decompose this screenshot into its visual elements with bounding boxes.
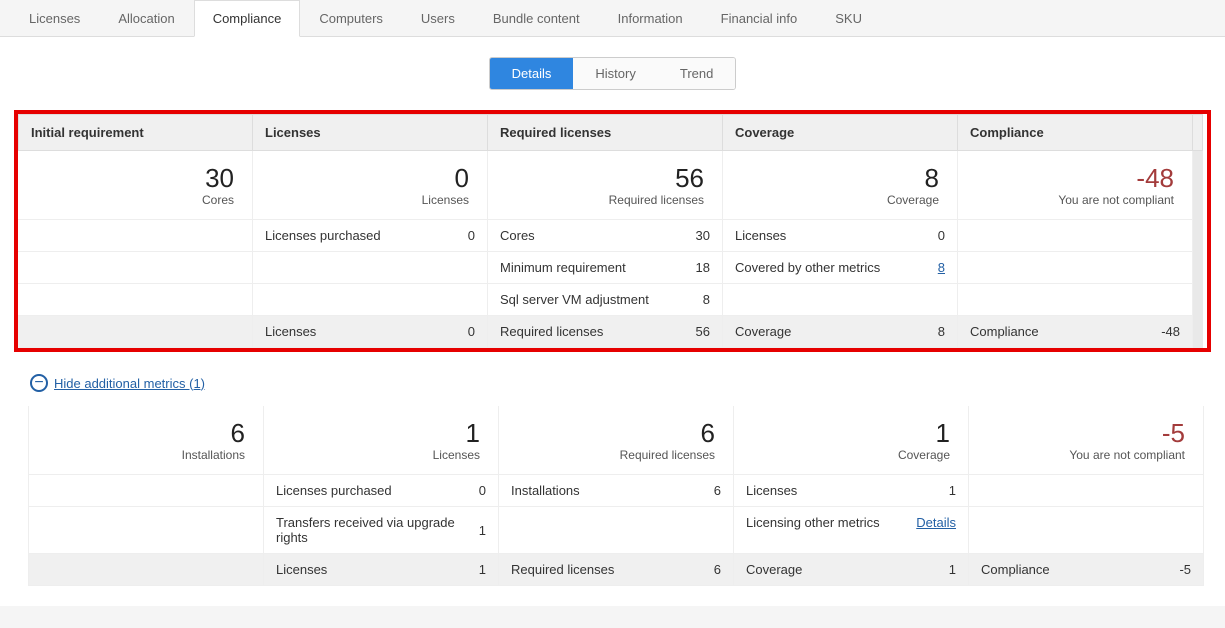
empty-cell — [499, 507, 734, 554]
summary-initial: 30 Cores — [18, 151, 253, 220]
empty-cell — [18, 284, 253, 316]
tab-information[interactable]: Information — [599, 0, 702, 36]
empty-cell — [958, 284, 1193, 316]
summary-compliance: -48 You are not compliant — [958, 151, 1193, 220]
totals-coverage: Coverage8 — [723, 316, 958, 348]
detail-coverage-licenses: Licenses 0 — [723, 220, 958, 252]
totals-licenses: Licenses0 — [253, 316, 488, 348]
detail-required-sql: Sql server VM adjustment 8 — [488, 284, 723, 316]
additional-metrics-block: 6 Installations 1 Licenses 6 Required li… — [28, 406, 1197, 586]
col-header-licenses: Licenses — [253, 114, 488, 151]
empty-cell — [958, 252, 1193, 284]
scrollbar[interactable] — [1193, 151, 1203, 348]
tab-allocation[interactable]: Allocation — [99, 0, 193, 36]
tab-licenses[interactable]: Licenses — [10, 0, 99, 36]
empty-cell — [253, 284, 488, 316]
covered-by-other-link[interactable]: 8 — [938, 260, 945, 275]
empty-cell — [969, 475, 1204, 507]
licensing-other-details-link[interactable]: Details — [916, 515, 956, 530]
summary-licenses: 0 Licenses — [253, 151, 488, 220]
detail-required-min: Minimum requirement 18 — [488, 252, 723, 284]
detail2-coverage-licenses: Licenses1 — [734, 475, 969, 507]
scroll-gutter — [1193, 114, 1203, 151]
collapse-icon[interactable]: − — [30, 374, 48, 392]
tab-users[interactable]: Users — [402, 0, 474, 36]
sub-tabs: Details History Trend — [10, 57, 1215, 90]
tab-sku[interactable]: SKU — [816, 0, 881, 36]
tab-bundle-content[interactable]: Bundle content — [474, 0, 599, 36]
empty-cell — [18, 252, 253, 284]
totals-compliance: Compliance-48 — [958, 316, 1193, 348]
summary2-initial: 6 Installations — [29, 406, 264, 475]
col-header-initial: Initial requirement — [18, 114, 253, 151]
col-header-coverage: Coverage — [723, 114, 958, 151]
toggle-metrics-row: − Hide additional metrics (1) — [10, 364, 1215, 406]
empty-cell — [29, 475, 264, 507]
empty-cell — [969, 507, 1204, 554]
totals-required: Required licenses56 — [488, 316, 723, 348]
col-header-compliance: Compliance — [958, 114, 1193, 151]
totals2-required: Required licenses6 — [499, 554, 734, 586]
totals2-empty — [29, 554, 264, 586]
empty-cell — [29, 507, 264, 554]
empty-cell — [253, 252, 488, 284]
totals2-compliance: Compliance-5 — [969, 554, 1204, 586]
summary2-coverage: 1 Coverage — [734, 406, 969, 475]
toggle-metrics-link[interactable]: Hide additional metrics (1) — [54, 376, 205, 391]
main-tabs: Licenses Allocation Compliance Computers… — [0, 0, 1225, 37]
detail-licenses-purchased: Licenses purchased 0 — [253, 220, 488, 252]
tab-computers[interactable]: Computers — [300, 0, 402, 36]
tab-financial-info[interactable]: Financial info — [702, 0, 817, 36]
detail2-required-installs: Installations6 — [499, 475, 734, 507]
summary-coverage: 8 Coverage — [723, 151, 958, 220]
detail-coverage-other: Covered by other metrics 8 — [723, 252, 958, 284]
totals-empty — [18, 316, 253, 348]
detail2-coverage-other: Licensing other metricsDetails — [734, 507, 969, 554]
summary-required: 56 Required licenses — [488, 151, 723, 220]
detail2-licenses-transfers: Transfers received via upgrade rights1 — [264, 507, 499, 554]
sub-tab-details[interactable]: Details — [490, 58, 574, 89]
totals2-licenses: Licenses1 — [264, 554, 499, 586]
empty-cell — [723, 284, 958, 316]
totals2-coverage: Coverage1 — [734, 554, 969, 586]
col-header-required: Required licenses — [488, 114, 723, 151]
sub-tab-history[interactable]: History — [573, 58, 657, 89]
tab-compliance[interactable]: Compliance — [194, 0, 301, 37]
content-area: Details History Trend Initial requiremen… — [0, 37, 1225, 606]
highlighted-compliance-block: Initial requirement Licenses Required li… — [14, 110, 1211, 352]
sub-tab-trend[interactable]: Trend — [658, 58, 735, 89]
detail-initial-empty — [18, 220, 253, 252]
summary2-licenses: 1 Licenses — [264, 406, 499, 475]
detail2-licenses-purchased: Licenses purchased0 — [264, 475, 499, 507]
summary2-required: 6 Required licenses — [499, 406, 734, 475]
summary2-compliance: -5 You are not compliant — [969, 406, 1204, 475]
detail-compliance-empty — [958, 220, 1193, 252]
detail-required-cores: Cores 30 — [488, 220, 723, 252]
